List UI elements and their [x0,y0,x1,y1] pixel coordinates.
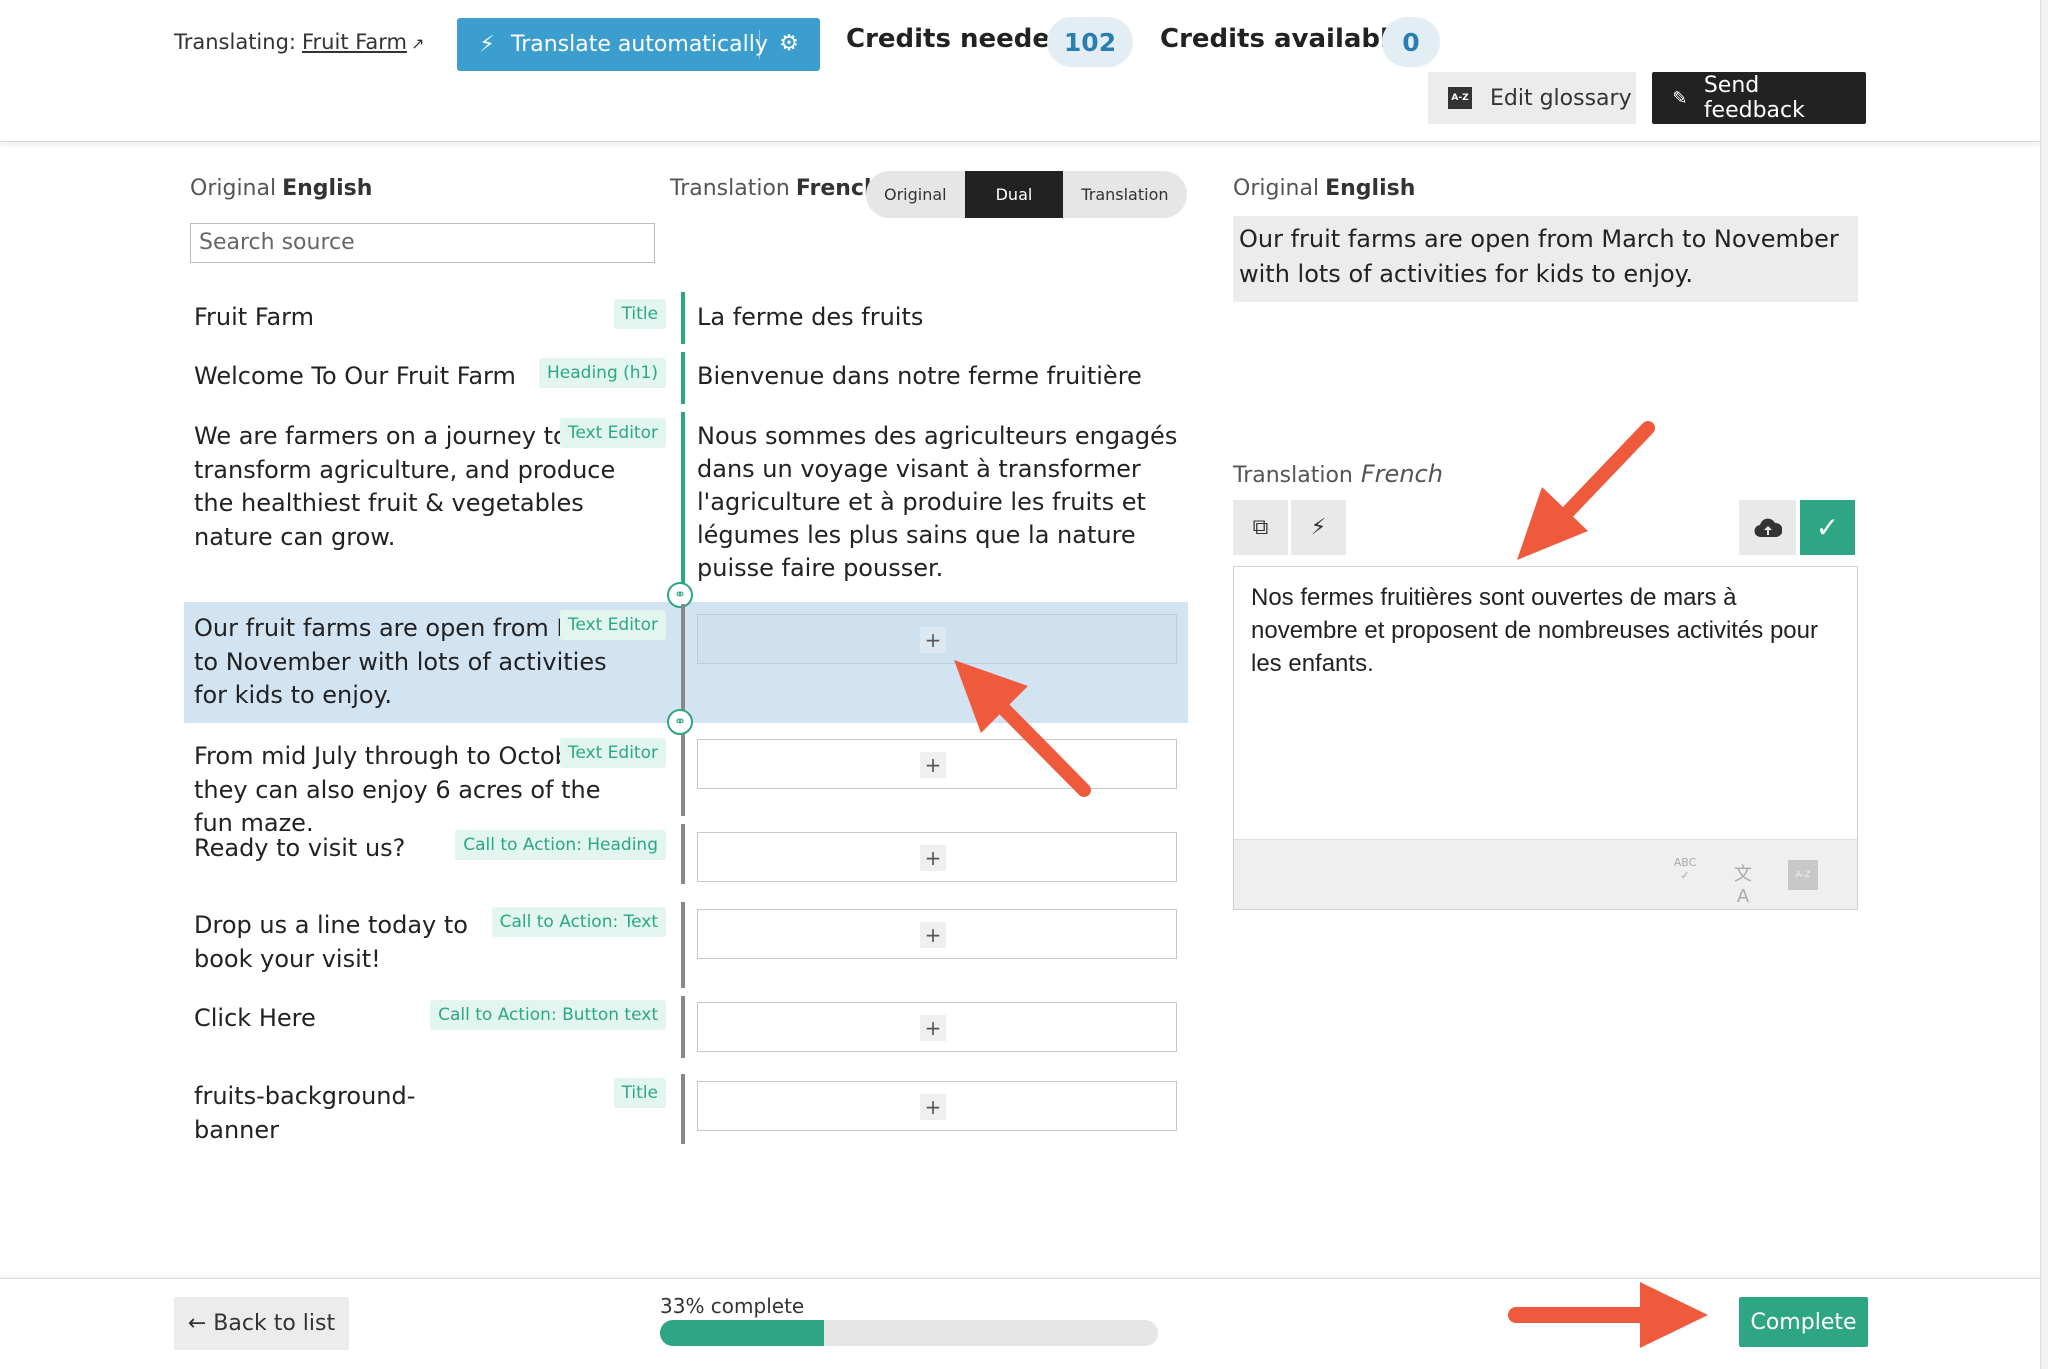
progress-label: 33% complete [660,1294,805,1318]
window-edge [2040,0,2048,1369]
lightning-icon[interactable]: ⚡ [1291,500,1346,555]
editor-translation-language: French [1360,460,1443,488]
copy-source-icon[interactable]: ⧉ [1233,500,1288,555]
segment-tag: Call to Action: Heading [455,830,666,860]
pencil-icon: ✎ [1672,87,1688,109]
segment-divider [681,352,685,404]
segment-tag: Call to Action: Button text [430,1000,666,1030]
progress-bar [660,1320,1158,1346]
edit-glossary-label: Edit glossary [1490,85,1632,111]
glossary-icon[interactable]: A-Z [1788,860,1818,890]
original-column-header: Original English [190,176,372,201]
segment-tag: Heading (h1) [539,358,666,388]
segment-tag: Text Editor [559,610,666,640]
confirm-check-button[interactable]: ✓ [1800,500,1855,555]
translate-automatically-button[interactable]: ⚡ Translate automatically ⚙ [457,18,820,71]
link-icon[interactable]: ⚭ [667,582,693,608]
view-translation-option[interactable]: Translation [1063,171,1186,218]
source-segment[interactable]: Click Here [194,1002,444,1036]
translating-info: Translating: Fruit Farm ↗ [174,30,424,54]
original-label: Original [190,176,277,201]
segment-divider [681,996,685,1058]
glossary-icon: A-Z [1448,87,1472,109]
progress-fill [660,1320,825,1346]
credits-available-label: Credits available [1160,24,1407,54]
source-segment[interactable]: fruits-background-banner [194,1080,494,1147]
add-translation-icon[interactable]: + [920,627,946,653]
translation-empty-box[interactable]: + [697,909,1177,959]
spellcheck-icon[interactable]: ABC ✓ [1670,856,1700,886]
translation-segment[interactable]: Nous sommes des agriculteurs engagés dan… [697,420,1187,585]
translation-segment[interactable]: Bienvenue dans notre ferme fruitière [697,360,1177,393]
cloud-upload-icon[interactable] [1739,500,1796,555]
lightning-icon: ⚡ [479,32,495,57]
view-dual-option[interactable]: Dual [964,171,1064,218]
editor-original-label: Original [1233,176,1320,201]
add-translation-icon[interactable]: + [920,922,946,948]
edit-glossary-button[interactable]: A-Z Edit glossary [1428,72,1636,124]
view-mode-toggle: Original Dual Translation [866,171,1187,218]
segment-tag: Title [613,1078,666,1108]
add-translation-icon[interactable]: + [920,1015,946,1041]
add-translation-icon[interactable]: + [920,752,946,778]
translation-segment[interactable]: La ferme des fruits [697,301,1177,334]
segment-divider [681,734,685,816]
editor-toolbar: ⧉ ⚡ [1233,500,1346,555]
translating-label: Translating: [174,30,296,54]
add-translation-icon[interactable]: + [920,845,946,871]
editor-original-language: English [1325,176,1416,201]
segment-divider [681,1074,685,1144]
gear-icon[interactable]: ⚙ [775,31,803,59]
translation-column-header: Translation French [670,176,880,201]
annotation-arrow-editor [1517,421,1655,560]
segment-tag: Text Editor [559,738,666,768]
segment-tag: Call to Action: Text [491,907,666,937]
source-segment[interactable]: Fruit Farm [194,301,614,335]
editor-footer: ABC ✓ 文A A-Z [1234,839,1857,909]
button-separator [759,30,760,59]
back-to-list-button[interactable]: ← Back to list [174,1297,349,1350]
top-bar: Translating: Fruit Farm ↗ ⚡ Translate auto… [0,0,2040,142]
send-feedback-button[interactable]: ✎ Send feedback [1652,72,1866,124]
segment-divider [681,292,685,344]
send-feedback-label: Send feedback [1703,73,1805,123]
translation-empty-box[interactable]: + [697,1002,1177,1052]
editor-translation-label: Translation [1233,463,1353,488]
add-translation-icon[interactable]: + [920,1094,946,1120]
original-text-preview: Our fruit farms are open from March to N… [1233,216,1858,302]
external-link-icon[interactable]: ↗ [411,34,424,53]
translation-textarea[interactable]: Nos fermes fruitières sont ouvertes de m… [1251,581,1841,680]
credits-available-badge: 0 [1382,17,1440,67]
translate-automatically-label: Translate automatically [511,32,768,57]
editor-translation-header: Translation French [1233,460,1443,488]
segment-divider [681,824,685,884]
translation-label: Translation [670,176,790,201]
translation-empty-box[interactable]: + [697,739,1177,789]
translation-empty-box[interactable]: + [697,614,1177,664]
segment-tag: Title [613,299,666,329]
search-source-input[interactable]: Search source [190,223,655,263]
segment-divider [681,412,685,590]
translation-empty-box[interactable]: + [697,1081,1177,1131]
translation-editor[interactable]: Nos fermes fruitières sont ouvertes de m… [1233,566,1858,910]
segment-divider [681,902,685,988]
source-segment[interactable]: Drop us a line today to book your visit! [194,909,494,976]
editor-original-header: Original English [1233,176,1415,201]
segment-tag: Text Editor [559,418,666,448]
complete-button[interactable]: Complete [1739,1297,1868,1347]
segment-divider [681,604,685,722]
link-icon[interactable]: ⚭ [667,709,693,735]
credits-needed-badge: 102 [1047,17,1133,67]
original-language: English [282,176,373,201]
translation-empty-box[interactable]: + [697,832,1177,882]
view-original-option[interactable]: Original [866,171,965,218]
project-link[interactable]: Fruit Farm [302,30,407,54]
translate-icon[interactable]: 文A [1728,860,1758,907]
credits-needed-label: Credits needed [846,24,1069,54]
